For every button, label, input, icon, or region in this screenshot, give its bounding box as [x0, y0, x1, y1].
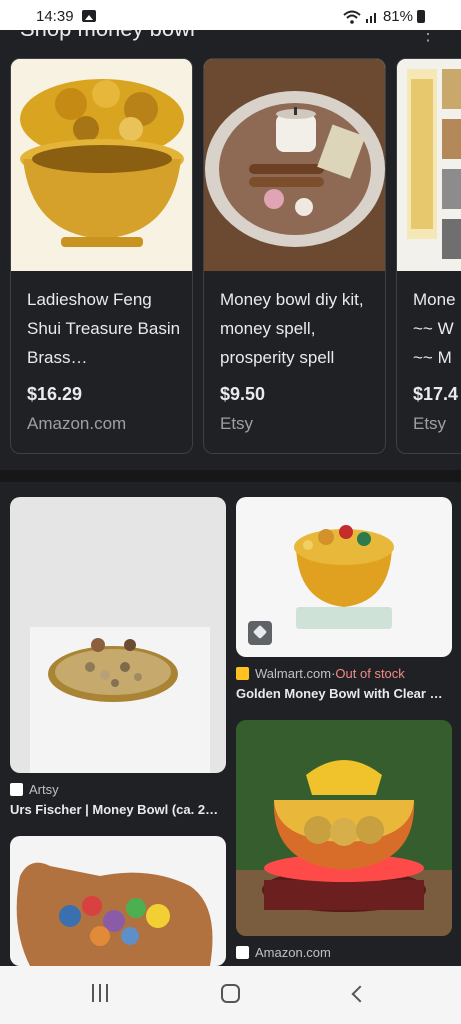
image-source[interactable]: Amazon.com: [236, 945, 331, 960]
product-title[interactable]: Ladieshow Feng Shui Treasure Basin Brass…: [27, 285, 187, 372]
product-store: Amazon.com: [27, 414, 127, 433]
product-price: $16.29: [27, 384, 83, 404]
product-card[interactable]: Mone ~~ W ~~ M $17.4 Etsy: [396, 58, 461, 454]
walmart-icon: [236, 667, 249, 680]
product-card[interactable]: Money bowl diy kit, money spell, prosper…: [203, 58, 386, 454]
product-store: Etsy: [413, 414, 447, 433]
product-image[interactable]: [11, 59, 192, 271]
shop-header: Shop money bowl ⋮: [0, 30, 461, 44]
image-source-name: Amazon.com: [255, 945, 331, 960]
image-result-amazon[interactable]: [236, 720, 452, 936]
battery-percentage: 81%: [382, 8, 413, 25]
product-store: Etsy: [220, 414, 254, 433]
recent-apps-button[interactable]: [92, 984, 108, 1002]
back-button[interactable]: [351, 985, 369, 1003]
image-source-name: Walmart.com: [255, 666, 332, 681]
image-source-name: Artsy: [29, 782, 59, 797]
image-title[interactable]: Golden Money Bowl with Clear …: [236, 686, 452, 701]
wifi-icon: [343, 10, 361, 24]
signal-icon: [365, 13, 376, 23]
image-result-artsy[interactable]: [10, 497, 226, 773]
product-price: $9.50: [220, 384, 266, 404]
product-image[interactable]: [204, 59, 385, 271]
system-navigation-bar: [0, 966, 461, 1024]
amazon-icon: [236, 946, 249, 959]
product-title[interactable]: Money bowl diy kit, money spell, prosper…: [220, 285, 380, 372]
artsy-icon: [10, 783, 23, 796]
image-source[interactable]: Artsy: [10, 782, 59, 797]
shopping-tag-icon: [248, 621, 272, 645]
home-button[interactable]: [221, 984, 240, 1003]
section-divider: [0, 470, 461, 482]
status-time: 14:39: [36, 8, 74, 25]
stock-status: Out of stock: [335, 666, 405, 681]
product-card[interactable]: Ladieshow Feng Shui Treasure Basin Brass…: [10, 58, 193, 454]
image-notification-icon: [82, 10, 96, 22]
more-options-icon[interactable]: ⋮: [419, 30, 437, 44]
image-source[interactable]: Walmart.com · Out of stock: [236, 666, 405, 681]
product-price: $17.4: [413, 384, 459, 404]
image-result-stones[interactable]: [10, 836, 226, 966]
product-title[interactable]: Mone ~~ W ~~ M: [413, 285, 461, 372]
battery-icon: [417, 10, 425, 23]
image-title[interactable]: Urs Fischer | Money Bowl (ca. 2…: [10, 802, 226, 817]
image-result-walmart[interactable]: [236, 497, 452, 657]
status-bar: 14:39 81%: [0, 0, 461, 30]
shop-title: Shop money bowl: [20, 30, 195, 42]
product-image[interactable]: [397, 59, 461, 271]
product-carousel[interactable]: Ladieshow Feng Shui Treasure Basin Brass…: [10, 58, 461, 454]
